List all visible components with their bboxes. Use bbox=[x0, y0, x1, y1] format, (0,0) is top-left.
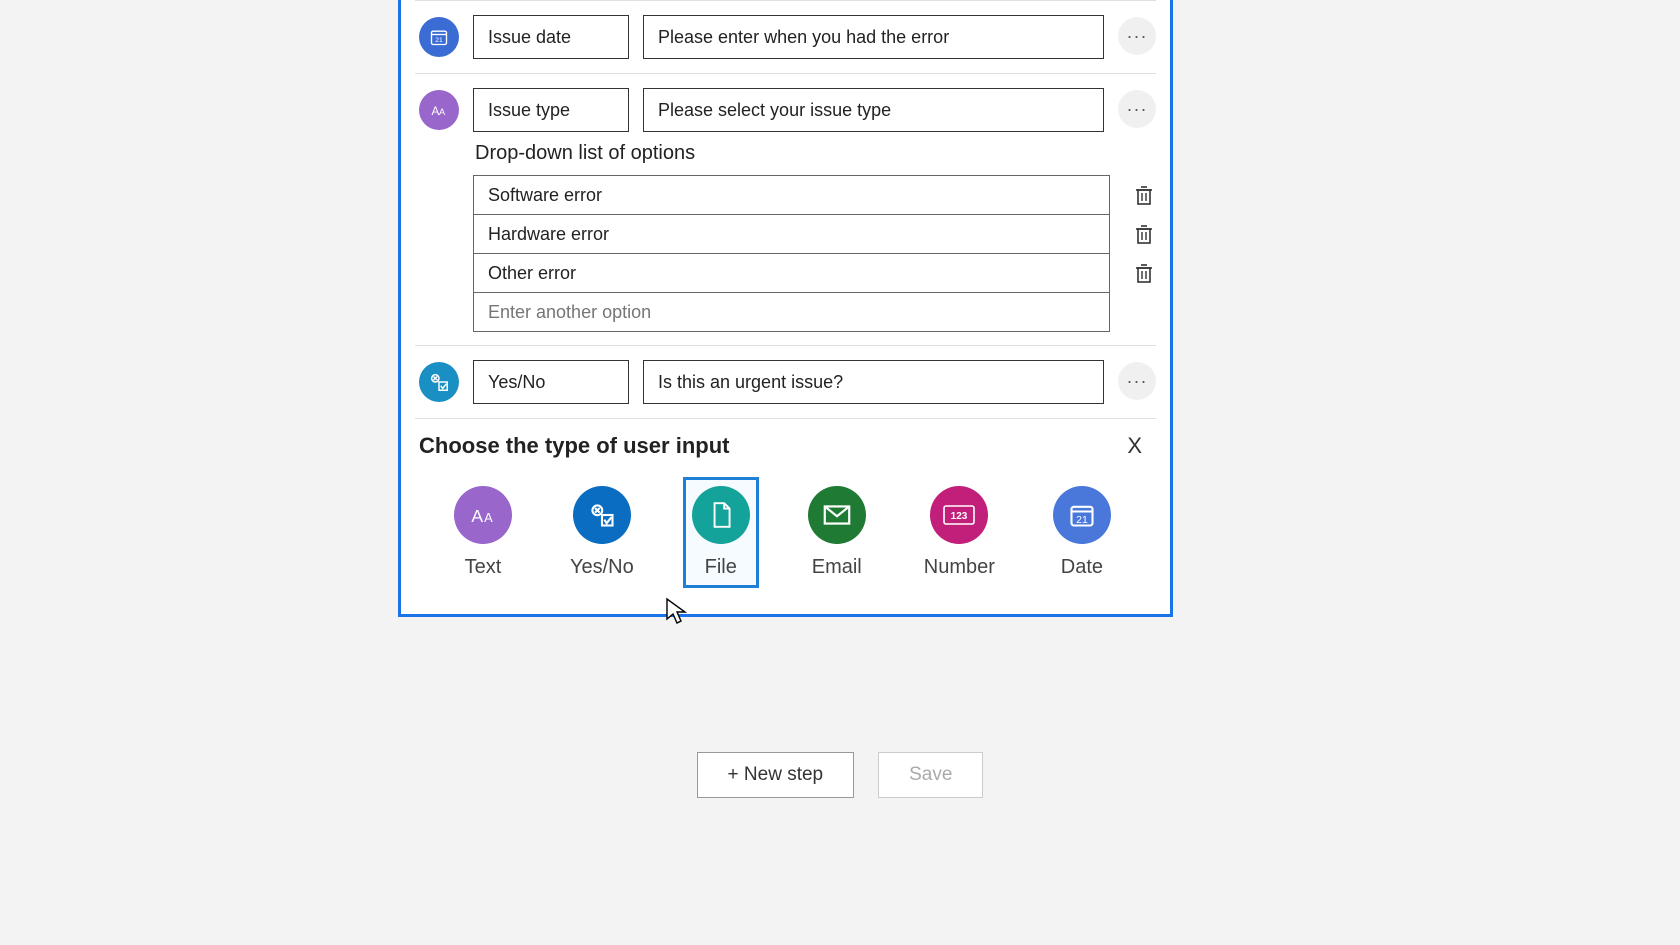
save-button[interactable]: Save bbox=[878, 752, 983, 798]
input-name-field[interactable] bbox=[473, 88, 629, 132]
yesno-icon bbox=[573, 486, 631, 544]
close-button[interactable]: X bbox=[1117, 429, 1152, 463]
type-label: File bbox=[705, 556, 737, 579]
svg-text:A: A bbox=[484, 510, 493, 525]
option-field[interactable] bbox=[473, 214, 1110, 254]
svg-text:123: 123 bbox=[951, 511, 968, 522]
input-name-field[interactable] bbox=[473, 15, 629, 59]
input-type-grid: AA Text Yes/No bbox=[419, 477, 1152, 588]
type-label: Number bbox=[924, 556, 995, 579]
input-row-yesno: ··· bbox=[401, 346, 1170, 418]
file-icon bbox=[692, 486, 750, 544]
type-option-text[interactable]: AA Text bbox=[445, 477, 521, 588]
yesno-icon bbox=[419, 362, 459, 402]
type-option-email[interactable]: Email bbox=[799, 477, 875, 588]
svg-text:A: A bbox=[471, 506, 483, 526]
dropdown-title: Drop-down list of options bbox=[475, 142, 1156, 165]
type-option-number[interactable]: 123 Number bbox=[915, 477, 1004, 588]
option-placeholder-field[interactable] bbox=[473, 292, 1110, 332]
number-icon: 123 bbox=[930, 486, 988, 544]
type-option-date[interactable]: 21 Date bbox=[1044, 477, 1120, 588]
option-row bbox=[473, 253, 1156, 292]
svg-text:21: 21 bbox=[435, 37, 443, 44]
input-prompt-field[interactable] bbox=[643, 88, 1104, 132]
choose-title: Choose the type of user input bbox=[419, 433, 729, 459]
type-option-yesno[interactable]: Yes/No bbox=[561, 477, 643, 588]
email-icon bbox=[808, 486, 866, 544]
text-icon: AA bbox=[454, 486, 512, 544]
svg-text:A: A bbox=[439, 107, 446, 117]
input-prompt-field[interactable] bbox=[643, 360, 1104, 404]
input-row-date: 21 ··· bbox=[401, 1, 1170, 73]
option-field[interactable] bbox=[473, 253, 1110, 293]
type-label: Yes/No bbox=[570, 556, 634, 579]
new-step-button[interactable]: + New step bbox=[697, 752, 855, 798]
type-label: Date bbox=[1061, 556, 1103, 579]
option-row bbox=[473, 175, 1156, 214]
bottom-buttons: + New step Save bbox=[0, 752, 1680, 798]
type-option-file[interactable]: File bbox=[683, 477, 759, 588]
option-row bbox=[473, 214, 1156, 253]
more-button[interactable]: ··· bbox=[1118, 17, 1156, 55]
choose-input-type-section: Choose the type of user input X AA Text bbox=[401, 419, 1170, 606]
trigger-card: 21 ··· AA ··· Drop-down list of options bbox=[398, 0, 1173, 617]
text-icon: AA bbox=[419, 90, 459, 130]
type-label: Email bbox=[812, 556, 862, 579]
date-icon: 21 bbox=[419, 17, 459, 57]
more-button[interactable]: ··· bbox=[1118, 90, 1156, 128]
trash-icon[interactable] bbox=[1132, 183, 1156, 207]
input-name-field[interactable] bbox=[473, 360, 629, 404]
trash-icon[interactable] bbox=[1132, 222, 1156, 246]
type-label: Text bbox=[465, 556, 502, 579]
more-button[interactable]: ··· bbox=[1118, 362, 1156, 400]
trash-icon[interactable] bbox=[1132, 261, 1156, 285]
dropdown-section: Drop-down list of options bbox=[401, 142, 1170, 345]
option-row bbox=[473, 292, 1156, 331]
option-field[interactable] bbox=[473, 175, 1110, 215]
svg-text:21: 21 bbox=[1076, 514, 1088, 526]
input-prompt-field[interactable] bbox=[643, 15, 1104, 59]
date-icon: 21 bbox=[1053, 486, 1111, 544]
input-row-text: AA ··· bbox=[401, 74, 1170, 136]
